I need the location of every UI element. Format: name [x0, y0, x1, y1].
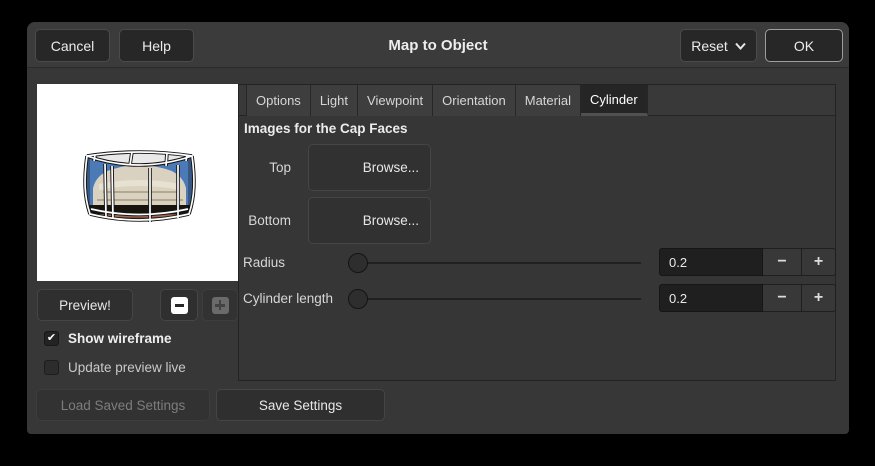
cylinder-length-label: Cylinder length [243, 291, 334, 306]
cylinder-length-increment-button[interactable]: + [802, 284, 836, 312]
tab-cylinder[interactable]: Cylinder [581, 85, 648, 116]
preview-button[interactable]: Preview! [37, 289, 133, 321]
radius-input[interactable] [659, 248, 763, 276]
load-saved-settings-button[interactable]: Load Saved Settings [36, 389, 210, 421]
desktop: Map to Object Cancel Help Reset OK Previ… [0, 0, 875, 466]
dialog-body: Preview! ✔ Show wireframe Update preview… [27, 68, 849, 433]
zoom-out-button[interactable] [160, 289, 198, 321]
ok-button[interactable]: OK [765, 29, 843, 62]
preview-render [83, 150, 196, 222]
cylinder-length-slider[interactable] [348, 289, 641, 309]
tab-viewpoint[interactable]: Viewpoint [358, 85, 434, 116]
update-preview-label: Update preview live [68, 360, 186, 375]
show-wireframe-checkbox[interactable]: ✔ [44, 331, 59, 346]
radius-decrement-button[interactable]: − [763, 248, 802, 276]
tab-light[interactable]: Light [310, 85, 359, 116]
radius-spin: − + [659, 248, 836, 276]
update-preview-checkbox[interactable] [44, 360, 59, 375]
tab-options[interactable]: Options [246, 85, 311, 116]
radius-slider[interactable] [348, 253, 641, 273]
reset-dropdown-button[interactable]: Reset [680, 29, 757, 62]
cap-faces-heading: Images for the Cap Faces [244, 121, 408, 136]
slider-knob[interactable] [348, 289, 368, 309]
top-label: Top [269, 160, 291, 175]
titlebar[interactable]: Map to Object Cancel Help Reset OK [27, 22, 849, 68]
bottom-label: Bottom [248, 213, 291, 228]
tab-strip: Options Light Viewpoint Orientation Mate… [239, 85, 835, 116]
radius-increment-button[interactable]: + [802, 248, 836, 276]
zoom-in-icon [211, 296, 229, 314]
tab-orientation[interactable]: Orientation [433, 85, 516, 116]
help-button[interactable]: Help [119, 29, 194, 62]
show-wireframe-label: Show wireframe [68, 331, 172, 346]
browse-bottom-button[interactable]: Browse... [308, 197, 431, 244]
zoom-out-icon [170, 296, 188, 314]
radius-label: Radius [243, 255, 286, 270]
cylinder-length-spin: − + [659, 284, 836, 312]
tab-material[interactable]: Material [515, 85, 581, 116]
show-wireframe-row: ✔ Show wireframe [44, 330, 172, 347]
chevron-down-icon [735, 42, 746, 50]
cylinder-length-input[interactable] [659, 284, 763, 312]
preview-area [37, 84, 238, 281]
zoom-in-button[interactable] [202, 289, 238, 321]
map-to-object-dialog: Map to Object Cancel Help Reset OK Previ… [27, 22, 849, 434]
slider-track [348, 298, 641, 300]
reset-label: Reset [691, 37, 728, 54]
settings-notebook: Options Light Viewpoint Orientation Mate… [238, 84, 836, 381]
save-settings-button[interactable]: Save Settings [216, 389, 385, 421]
cancel-button[interactable]: Cancel [35, 29, 110, 62]
update-preview-row: Update preview live [44, 359, 186, 376]
slider-track [348, 262, 641, 264]
cylinder-length-decrement-button[interactable]: − [763, 284, 802, 312]
browse-top-button[interactable]: Browse... [308, 144, 431, 191]
slider-knob[interactable] [348, 253, 368, 273]
